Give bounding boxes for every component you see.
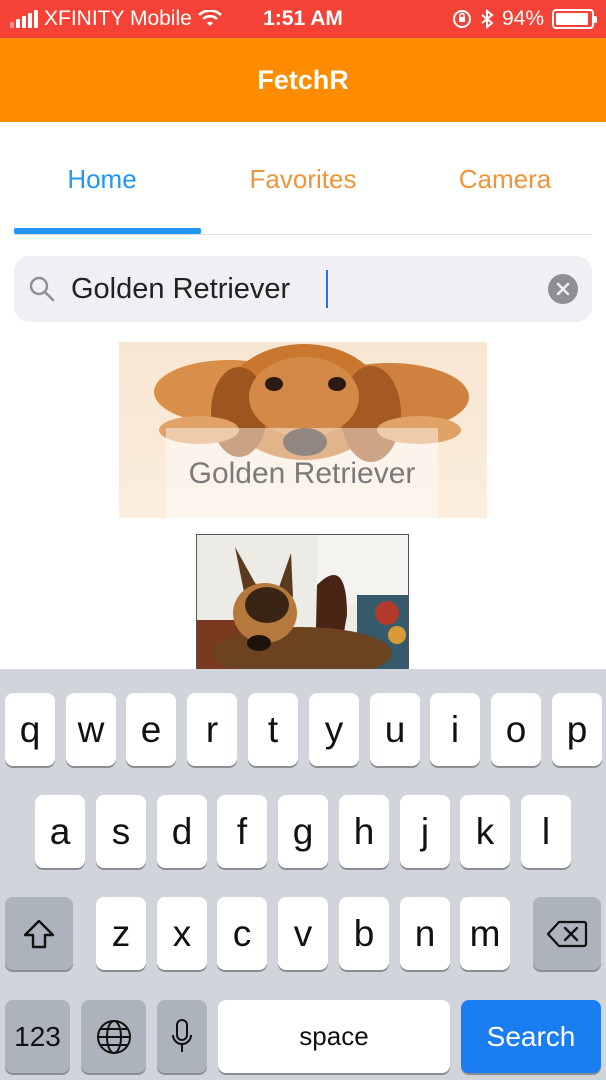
text-cursor [326,270,328,308]
key-h[interactable]: h [339,795,389,868]
result-card-golden-retriever[interactable]: Golden Retriever [119,342,487,518]
key-v[interactable]: v [278,897,328,970]
app-bar: FetchR [0,38,606,122]
dictation-key[interactable] [157,1000,207,1073]
key-t[interactable]: t [248,693,298,766]
result-card-german-shepherd[interactable] [196,534,409,670]
key-a[interactable]: a [35,795,85,868]
key-f[interactable]: f [217,795,267,868]
key-z[interactable]: z [96,897,146,970]
result-caption: Golden Retriever [166,428,438,518]
key-x[interactable]: x [157,897,207,970]
key-o[interactable]: o [491,693,541,766]
tabs-divider [14,234,592,235]
microphone-icon [172,1018,192,1052]
status-bar: XFINITY Mobile 1:51 AM 94% [0,0,606,38]
shift-icon [23,919,55,948]
key-n[interactable]: n [400,897,450,970]
search-key[interactable]: Search [461,1000,601,1073]
backspace-key[interactable] [533,897,601,970]
key-i[interactable]: i [430,693,480,766]
key-e[interactable]: e [126,693,176,766]
german-shepherd-photo [197,535,408,669]
key-k[interactable]: k [460,795,510,868]
key-d[interactable]: d [157,795,207,868]
key-m[interactable]: m [460,897,510,970]
numbers-key[interactable]: 123 [5,1000,70,1073]
app-title: FetchR [257,65,349,95]
battery-icon [552,9,597,29]
search-bar [14,256,592,322]
space-key[interactable]: space [218,1000,450,1073]
key-q[interactable]: q [5,693,55,766]
tab-bar: Home Favorites Camera [14,150,592,236]
keyboard: q w e r t y u i o p a s d f g h j k l z … [0,669,606,1080]
battery-percent: 94% [501,7,544,30]
globe-icon [96,1019,131,1054]
bluetooth-icon [481,9,494,29]
clear-icon [556,282,570,296]
tab-camera[interactable]: Camera [410,164,600,195]
status-right: 94% [452,7,597,31]
key-p[interactable]: p [552,693,602,766]
key-j[interactable]: j [400,795,450,868]
clear-search-button[interactable] [548,274,578,304]
key-w[interactable]: w [66,693,116,766]
battery-level [556,13,588,25]
key-c[interactable]: c [217,897,267,970]
search-icon [29,276,55,302]
backspace-icon [546,920,588,947]
rotation-lock-icon [452,10,471,28]
tab-favorites[interactable]: Favorites [208,164,398,195]
key-g[interactable]: g [278,795,328,868]
tab-home[interactable]: Home [7,164,197,195]
key-l[interactable]: l [521,795,571,868]
key-b[interactable]: b [339,897,389,970]
key-r[interactable]: r [187,693,237,766]
key-s[interactable]: s [96,795,146,868]
shift-key[interactable] [5,897,73,970]
key-u[interactable]: u [370,693,420,766]
search-input[interactable] [71,266,531,312]
key-y[interactable]: y [309,693,359,766]
globe-key[interactable] [81,1000,146,1073]
